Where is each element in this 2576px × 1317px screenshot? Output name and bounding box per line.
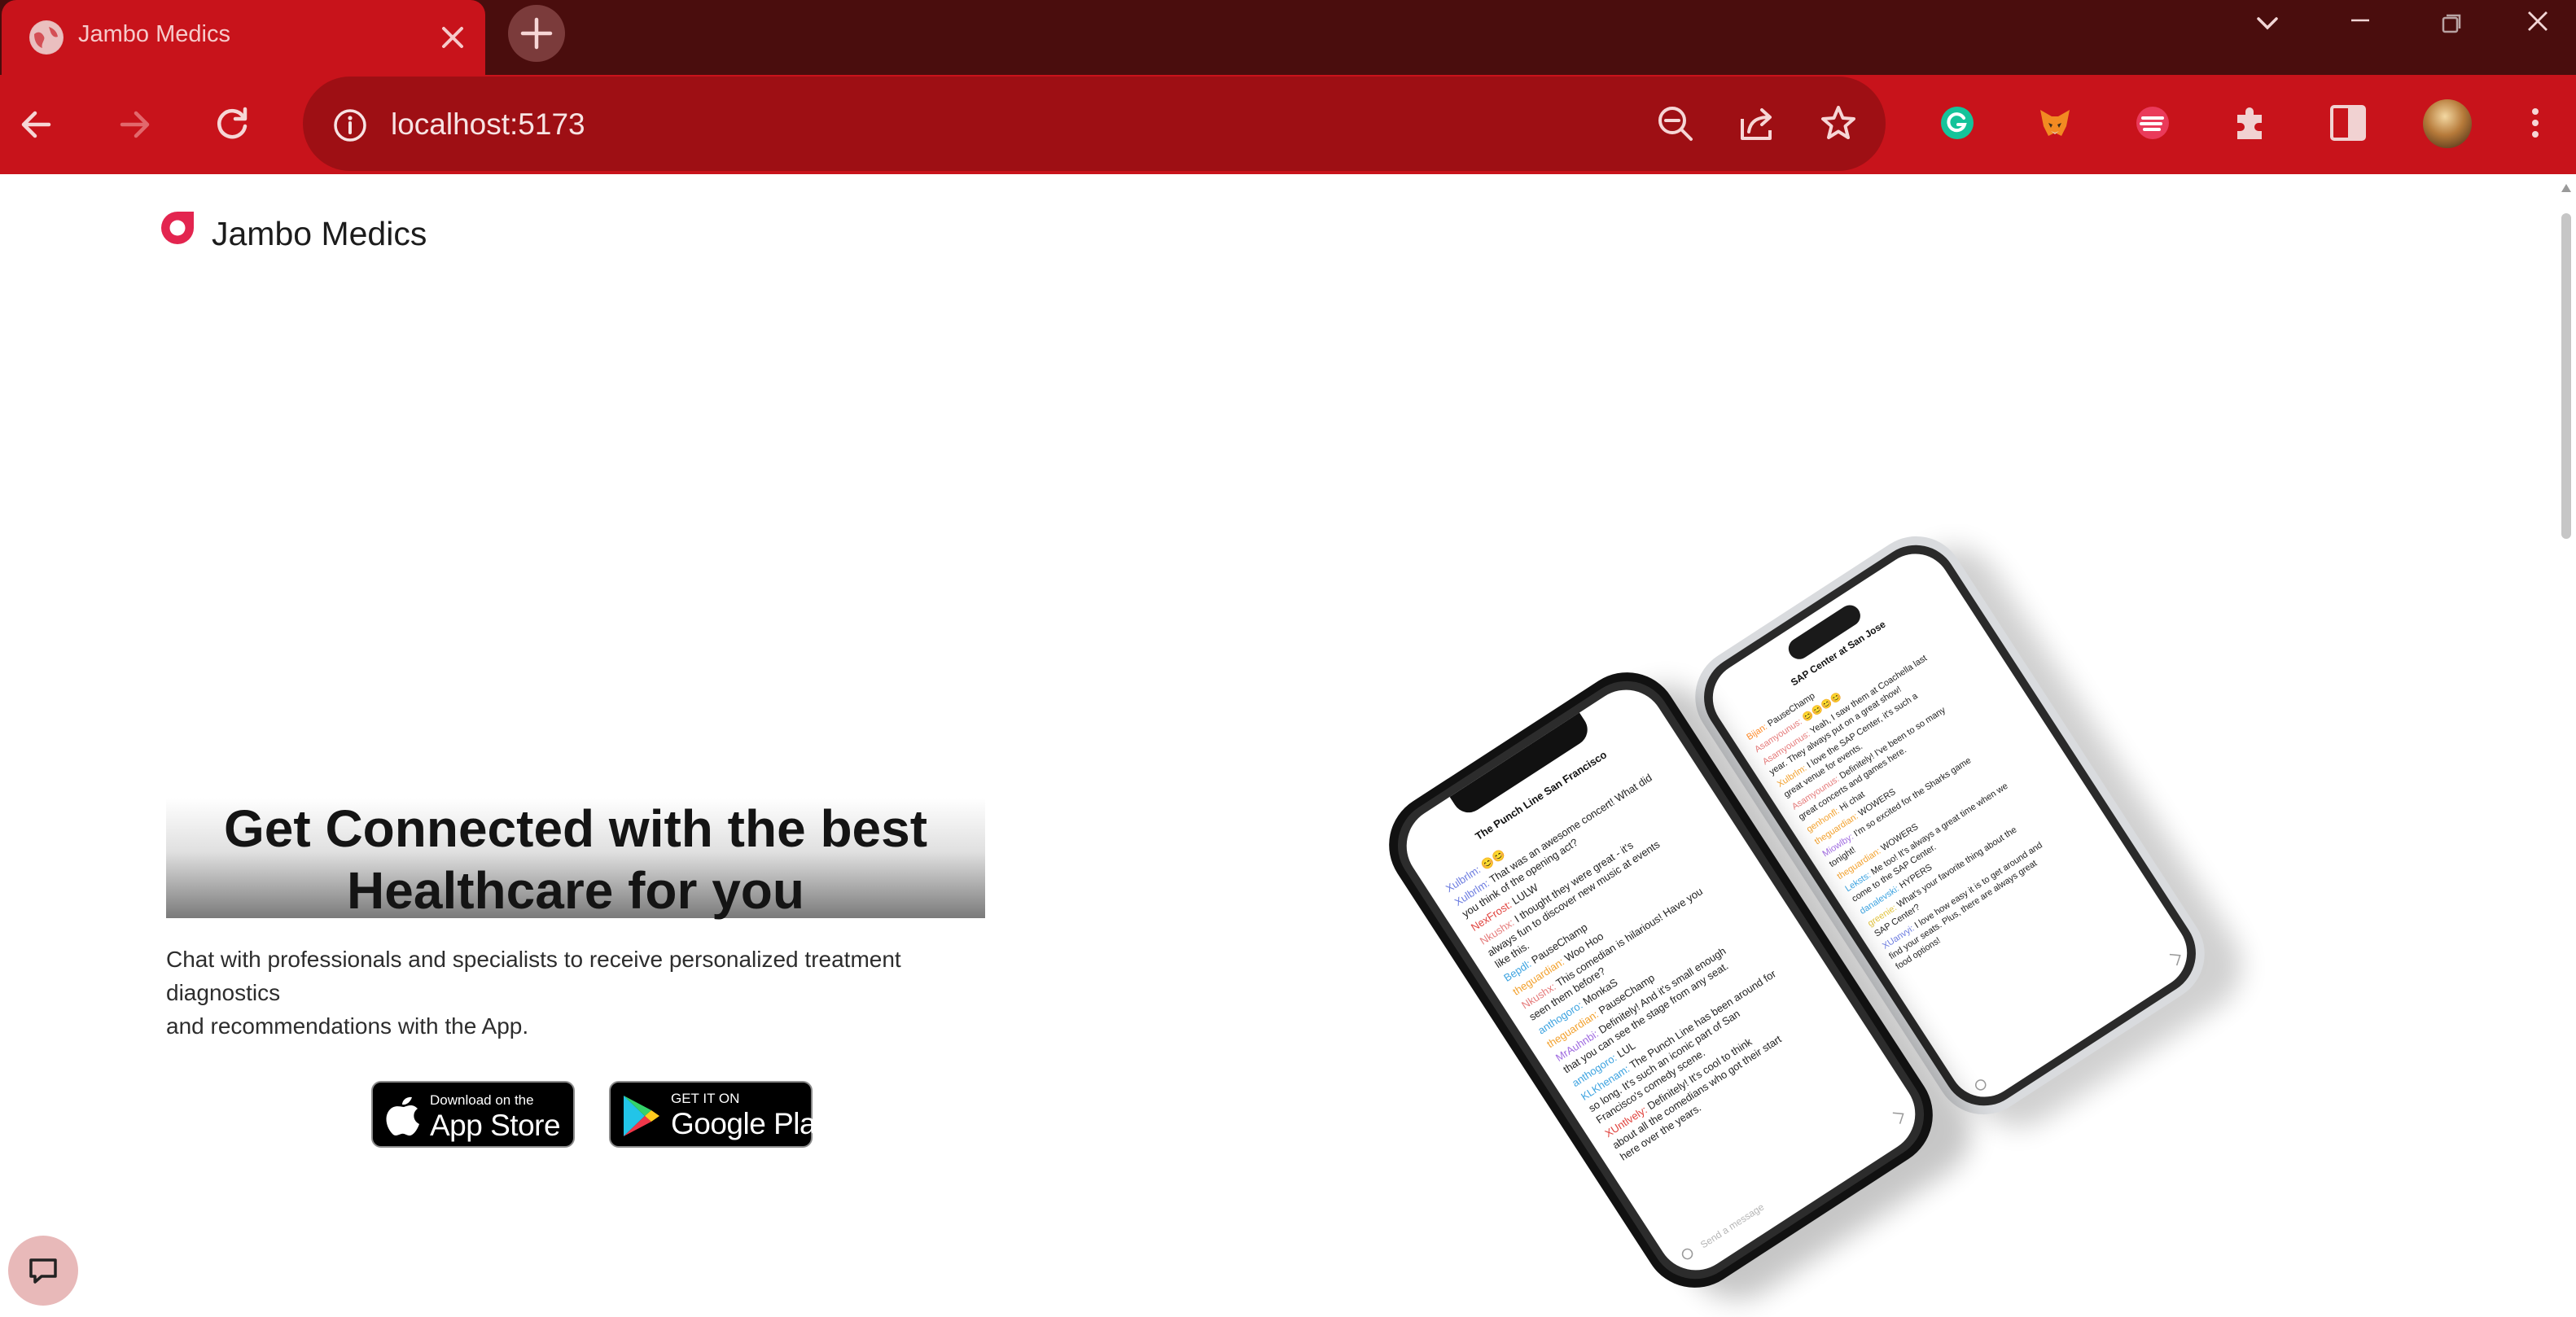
hero-title-line-2: Healthcare for you xyxy=(347,861,804,920)
hero-subtitle: Chat with professionals and specialists … xyxy=(166,943,997,1043)
restore-icon xyxy=(2442,14,2461,33)
new-tab-button[interactable] xyxy=(508,5,565,62)
browser-toolbar: localhost:5173 xyxy=(0,75,2576,174)
jambo-logo-icon xyxy=(161,212,194,244)
google-play-icon xyxy=(624,1096,659,1136)
minimize-icon xyxy=(2351,19,2369,22)
close-icon[interactable] xyxy=(433,18,472,57)
restore-button[interactable] xyxy=(2412,0,2491,49)
browser-tab-jambo-medics[interactable]: Jambo Medics xyxy=(2,0,485,75)
app-store-label: App Store xyxy=(430,1109,561,1142)
reload-icon xyxy=(217,107,248,139)
globe-icon xyxy=(29,20,64,55)
chat-bubble-icon xyxy=(29,1258,57,1284)
app-store-small-text: Download on the xyxy=(430,1092,534,1108)
hero-title-line-1: Get Connected with the best xyxy=(223,799,928,858)
chat-widget-button[interactable] xyxy=(8,1236,78,1306)
side-panel-icon[interactable] xyxy=(2324,98,2372,147)
tab-search-button[interactable] xyxy=(2228,0,2307,49)
forward-button[interactable] xyxy=(109,99,160,150)
metamask-icon[interactable] xyxy=(2031,98,2079,147)
zoom-out-icon[interactable] xyxy=(1653,101,1698,147)
hero-title: Get Connected with the best Healthcare f… xyxy=(166,798,985,920)
forward-icon xyxy=(120,111,150,138)
google-play-small-text: GET IT ON xyxy=(671,1091,740,1106)
hero-subtitle-line-1: Chat with professionals and specialists … xyxy=(166,947,901,1005)
page-scrollbar[interactable] xyxy=(2556,181,2576,1317)
tab-search-icon xyxy=(2257,17,2278,30)
share-icon[interactable] xyxy=(1734,101,1780,147)
scroll-thumb[interactable] xyxy=(2561,213,2571,539)
plus-icon xyxy=(520,17,553,50)
bookmark-star-icon[interactable] xyxy=(1816,101,1861,147)
url-text[interactable]: localhost:5173 xyxy=(391,107,585,142)
app-store-button[interactable]: Download on the App Store xyxy=(371,1081,575,1148)
info-icon[interactable] xyxy=(332,107,368,143)
minimize-button[interactable] xyxy=(2320,0,2400,49)
address-bar[interactable]: localhost:5173 xyxy=(303,77,1886,171)
tab-strip: Jambo Medics xyxy=(0,0,2576,75)
profile-avatar[interactable] xyxy=(2423,99,2472,148)
close-icon xyxy=(2528,11,2548,31)
reload-button[interactable] xyxy=(207,99,257,150)
phones-illustration: SAP Center at San Jose Bijan: PauseChamp… xyxy=(1389,536,2242,1300)
hero-subtitle-line-2: and recommendations with the App. xyxy=(166,1013,529,1039)
tab-title: Jambo Medics xyxy=(78,21,230,47)
extensions-puzzle-icon[interactable] xyxy=(2226,98,2275,147)
google-play-label: Google Play xyxy=(671,1107,831,1140)
apple-icon xyxy=(386,1096,419,1136)
scroll-up-arrow-icon[interactable] xyxy=(2561,184,2571,192)
back-icon xyxy=(21,111,51,138)
google-play-button[interactable]: GET IT ON Google Play xyxy=(609,1081,831,1148)
brand-name: Jambo Medics xyxy=(212,215,427,252)
back-button[interactable] xyxy=(11,99,62,150)
web-page: Jambo Medics Get Connected with the best… xyxy=(0,174,2576,1317)
extension-icon[interactable] xyxy=(2128,98,2177,147)
kebab-menu-icon[interactable] xyxy=(2519,98,2552,147)
window-close-button[interactable] xyxy=(2498,0,2576,49)
grammarly-icon[interactable] xyxy=(1933,98,1982,147)
